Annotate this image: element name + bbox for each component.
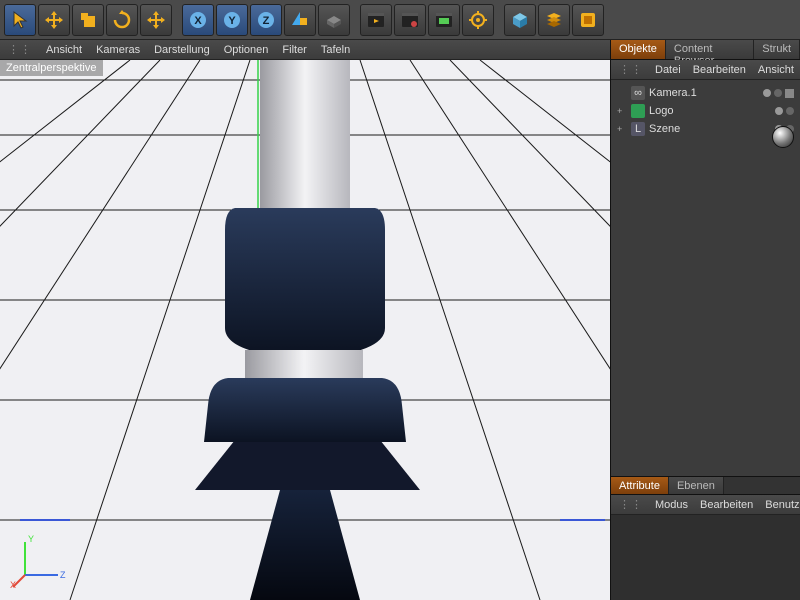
menu-tafeln[interactable]: Tafeln <box>321 44 350 56</box>
tree-row-szene[interactable]: + L Szene <box>613 120 798 138</box>
grip-icon: ⋮⋮ <box>619 63 643 76</box>
expander-icon[interactable]: + <box>617 106 627 116</box>
cube-icon <box>631 104 645 118</box>
viewport-menubar: ⋮⋮ Ansicht Kameras Darstellung Optionen … <box>0 40 610 60</box>
perspective-label: Zentralperspektive <box>0 60 103 76</box>
camera-icon: ∞ <box>631 86 645 100</box>
tool-primitive[interactable] <box>504 4 536 36</box>
svg-text:Y: Y <box>28 534 34 544</box>
3d-viewport[interactable]: Zentralperspektive <box>0 60 610 600</box>
tool-misc[interactable] <box>572 4 604 36</box>
tool-transform-mode[interactable] <box>284 4 316 36</box>
tree-label: Logo <box>649 105 673 117</box>
tool-layers[interactable] <box>538 4 570 36</box>
tree-label: Kamera.1 <box>649 87 697 99</box>
attribute-panel: Attribute Ebenen ⋮⋮ Modus Bearbeiten Ben… <box>611 476 800 600</box>
tool-axis-z[interactable]: Z <box>250 4 282 36</box>
material-chip[interactable] <box>772 126 794 148</box>
right-panel: Objekte Content Browser Strukt ⋮⋮ Datei … <box>610 40 800 600</box>
attr-menu-bearbeiten[interactable]: Bearbeiten <box>700 499 753 511</box>
tool-render2[interactable] <box>394 4 426 36</box>
tool-select[interactable] <box>4 4 36 36</box>
axis-gizmo: Y Z X <box>10 530 70 590</box>
tool-render1[interactable] <box>360 4 392 36</box>
menu-kameras[interactable]: Kameras <box>96 44 140 56</box>
tool-render-settings[interactable] <box>462 4 494 36</box>
obj-menu-ansicht[interactable]: Ansicht <box>758 64 794 76</box>
menu-optionen[interactable]: Optionen <box>224 44 269 56</box>
obj-menu-bearbeiten[interactable]: Bearbeiten <box>693 64 746 76</box>
main-split: ⋮⋮ Ansicht Kameras Darstellung Optionen … <box>0 40 800 600</box>
grip-icon: ⋮⋮ <box>619 498 643 511</box>
viewport-column: ⋮⋮ Ansicht Kameras Darstellung Optionen … <box>0 40 610 600</box>
svg-text:Z: Z <box>60 570 66 580</box>
tab-struktur[interactable]: Strukt <box>754 40 800 59</box>
attr-menu-modus[interactable]: Modus <box>655 499 688 511</box>
attr-body <box>611 515 800 600</box>
tool-scale[interactable] <box>72 4 104 36</box>
object-tree: ∞ Kamera.1 + Logo + L Szene <box>611 80 800 476</box>
svg-text:X: X <box>194 15 202 27</box>
tool-move[interactable] <box>38 4 70 36</box>
tool-recent[interactable] <box>140 4 172 36</box>
viewport-scene <box>0 60 610 600</box>
menu-ansicht[interactable]: Ansicht <box>46 44 82 56</box>
svg-text:Y: Y <box>228 15 236 27</box>
svg-text:X: X <box>10 580 16 590</box>
object-manager-menu: ⋮⋮ Datei Bearbeiten Ansicht <box>611 60 800 80</box>
attr-tabs: Attribute Ebenen <box>611 477 800 495</box>
tool-render3[interactable] <box>428 4 460 36</box>
tree-label: Szene <box>649 123 680 135</box>
main-toolbar: X Y Z <box>0 0 800 40</box>
right-tabs: Objekte Content Browser Strukt <box>611 40 800 60</box>
tab-content-browser[interactable]: Content Browser <box>666 40 754 59</box>
tool-axis-x[interactable]: X <box>182 4 214 36</box>
grip-icon: ⋮⋮ <box>8 43 32 56</box>
menu-darstellung[interactable]: Darstellung <box>154 44 210 56</box>
stage-icon: L <box>631 122 645 136</box>
tab-objekte[interactable]: Objekte <box>611 40 666 59</box>
tab-ebenen[interactable]: Ebenen <box>669 477 724 494</box>
attr-menu: ⋮⋮ Modus Bearbeiten Benutzer <box>611 495 800 515</box>
tool-axis-y[interactable]: Y <box>216 4 248 36</box>
obj-menu-datei[interactable]: Datei <box>655 64 681 76</box>
tab-attribute[interactable]: Attribute <box>611 477 669 494</box>
menu-filter[interactable]: Filter <box>282 44 306 56</box>
expander-icon[interactable]: + <box>617 124 627 134</box>
tool-coord[interactable] <box>318 4 350 36</box>
attr-menu-benutzer[interactable]: Benutzer <box>765 499 800 511</box>
tool-rotate[interactable] <box>106 4 138 36</box>
tree-row-kamera[interactable]: ∞ Kamera.1 <box>613 84 798 102</box>
svg-text:Z: Z <box>263 15 270 27</box>
tree-row-logo[interactable]: + Logo <box>613 102 798 120</box>
